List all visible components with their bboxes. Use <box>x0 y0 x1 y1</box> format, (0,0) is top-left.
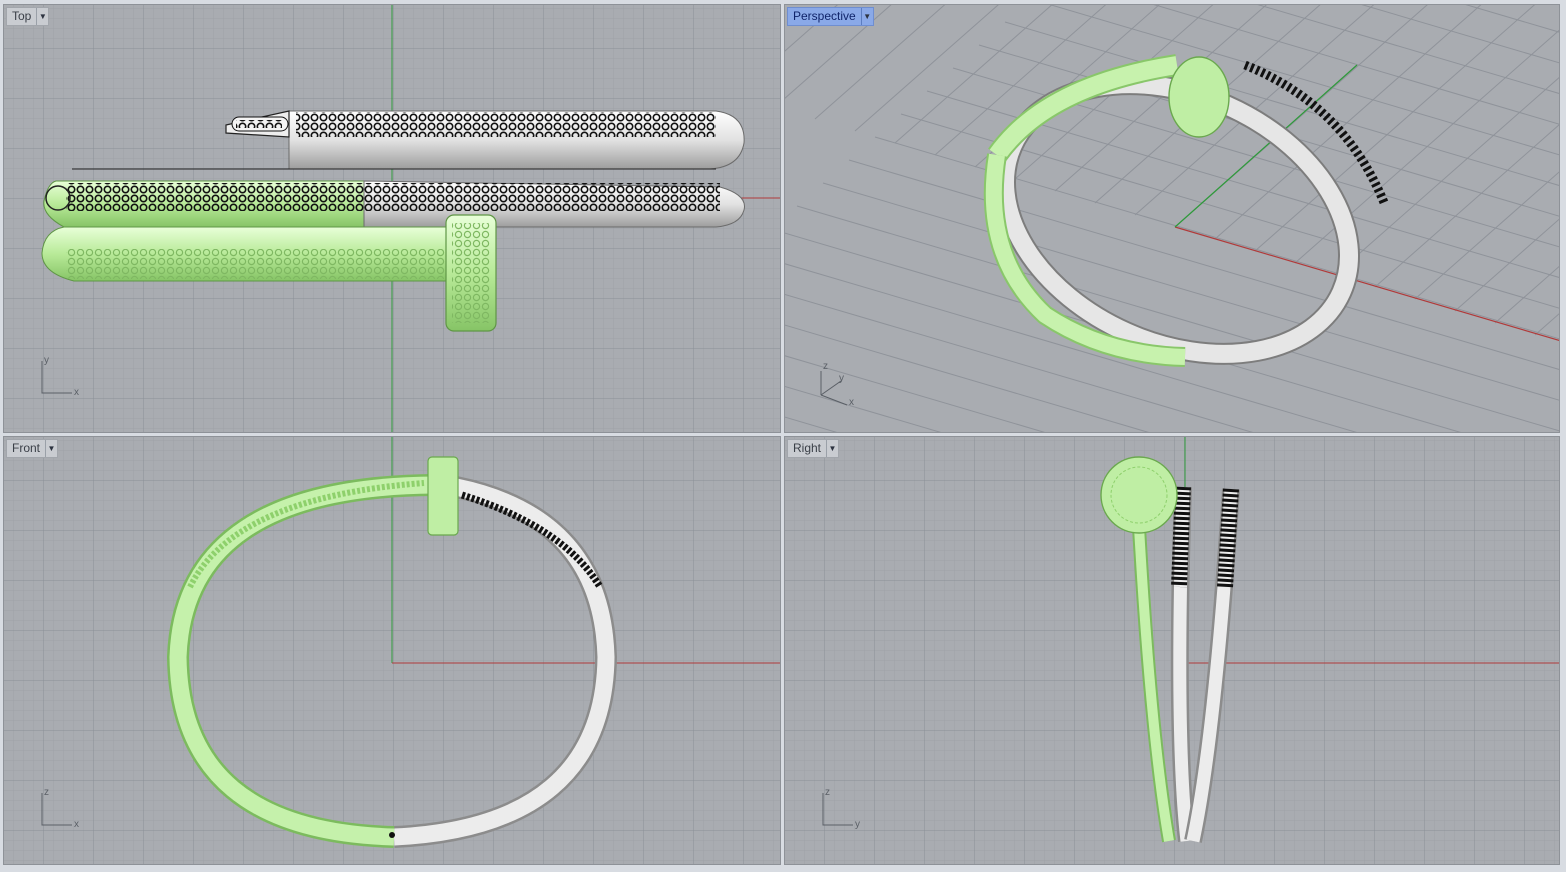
viewport-right[interactable]: Right ▼ z y <box>784 436 1560 865</box>
front-view-scene[interactable] <box>4 437 781 865</box>
viewport-title-perspective: Perspective <box>793 9 856 23</box>
axis-label-x: x <box>74 819 79 830</box>
top-view-scene[interactable] <box>4 5 781 433</box>
perspective-view-scene[interactable] <box>785 5 1560 433</box>
axis-label-y: y <box>44 355 49 366</box>
viewport-top[interactable]: Top ▼ y x <box>3 4 781 433</box>
axis-label-y: y <box>839 373 844 384</box>
axis-gizmo-right: z y <box>815 787 865 839</box>
viewport-perspective[interactable]: Perspective ▼ z y x <box>784 4 1560 433</box>
axis-label-z: z <box>825 787 830 798</box>
nail-head[interactable] <box>1168 56 1230 138</box>
nail-head[interactable] <box>1100 456 1178 534</box>
viewport-tab-front[interactable]: Front ▼ <box>6 439 59 458</box>
axis-gizmo-front: z x <box>34 787 84 839</box>
dropdown-arrow-icon[interactable]: ▼ <box>860 8 873 25</box>
dropdown-arrow-icon[interactable]: ▼ <box>826 440 838 457</box>
axis-label-x: x <box>849 397 854 408</box>
axis-label-z: z <box>44 787 49 798</box>
viewport-title-front: Front <box>12 441 41 455</box>
axis-label-y: y <box>855 819 860 830</box>
viewport-title-right: Right <box>793 441 822 455</box>
viewport-tab-right[interactable]: Right ▼ <box>787 439 840 458</box>
nail-head[interactable] <box>427 456 459 536</box>
dropdown-arrow-icon[interactable]: ▼ <box>45 440 57 457</box>
viewport-front[interactable]: Front ▼ z x <box>3 436 781 865</box>
dropdown-arrow-icon[interactable]: ▼ <box>36 8 48 25</box>
bangle-middle-band[interactable] <box>43 180 745 228</box>
viewport-tab-perspective[interactable]: Perspective ▼ <box>787 7 874 26</box>
viewport-title-top: Top <box>12 9 32 23</box>
axis-gizmo-top: y x <box>34 355 84 407</box>
axis-label-z: z <box>823 361 828 372</box>
axis-gizmo-perspective: z y x <box>815 361 865 415</box>
axis-label-x: x <box>74 387 79 398</box>
viewport-tab-top[interactable]: Top ▼ <box>6 7 50 26</box>
right-view-scene[interactable] <box>785 437 1560 865</box>
